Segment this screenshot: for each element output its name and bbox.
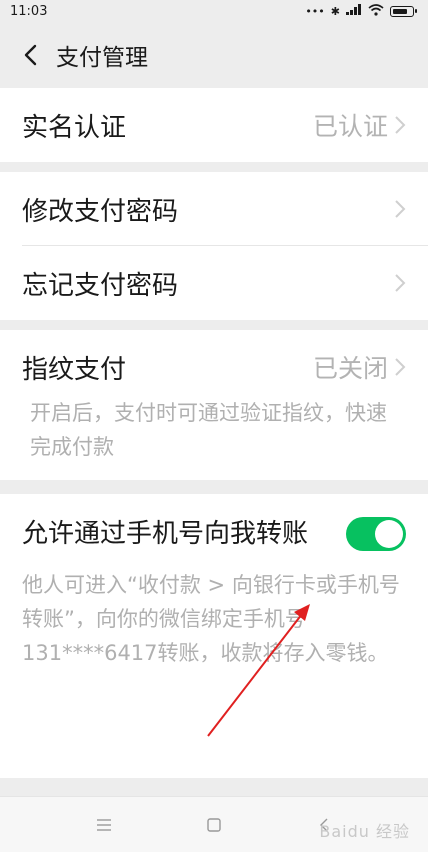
chevron-right-icon xyxy=(395,200,406,218)
phone-transfer-label: 允许通过手机号向我转账 xyxy=(22,519,309,549)
phone-transfer-row: 允许通过手机号向我转账 xyxy=(0,494,428,554)
verification-label: 实名认证 xyxy=(22,112,127,143)
verification-row[interactable]: 实名认证 已认证 xyxy=(0,88,428,162)
fingerprint-label: 指纹支付 xyxy=(22,354,127,385)
wifi-icon xyxy=(368,3,384,19)
forgot-password-row[interactable]: 忘记支付密码 xyxy=(0,246,428,320)
change-password-label: 修改支付密码 xyxy=(22,196,179,227)
chevron-left-icon[interactable] xyxy=(6,31,54,79)
chevron-right-icon xyxy=(395,358,406,376)
menu-icon[interactable] xyxy=(84,805,124,845)
phone-transfer-description: 他人可进入“收付款 > 向银行卡或手机号转账”，向你的微信绑定手机号131***… xyxy=(22,573,400,665)
battery-icon xyxy=(390,5,417,17)
toggle-knob xyxy=(375,520,403,548)
phone-transfer-toggle[interactable] xyxy=(346,517,406,551)
chevron-right-icon xyxy=(395,274,406,292)
home-icon[interactable] xyxy=(194,805,234,845)
change-password-row[interactable]: 修改支付密码 xyxy=(0,172,428,246)
fingerprint-section: 指纹支付 已关闭 开启后，支付时可通过验证指纹，快速完成付款 xyxy=(0,330,428,480)
verification-section: 实名认证 已认证 xyxy=(0,88,428,162)
watermark: Baidu 经验 xyxy=(319,822,410,841)
more-dots-icon: ••• xyxy=(305,4,325,18)
password-section: 修改支付密码 忘记支付密码 xyxy=(0,172,428,320)
fingerprint-status: 已关闭 xyxy=(312,354,388,383)
signal-icon xyxy=(346,4,362,18)
header: 支付管理 xyxy=(0,22,428,88)
phone-transfer-section: 允许通过手机号向我转账 他人可进入“收付款 > 向银行卡或手机号转账”，向你的微… xyxy=(0,494,428,778)
page-title: 支付管理 xyxy=(56,45,148,71)
forgot-password-label: 忘记支付密码 xyxy=(22,270,179,301)
chevron-right-icon xyxy=(395,116,406,134)
bluetooth-icon: ✱ xyxy=(330,4,340,18)
status-bar: 11:03 ••• ✱ xyxy=(0,0,428,22)
verification-status: 已认证 xyxy=(312,112,388,141)
status-icons: ••• ✱ xyxy=(305,3,417,19)
fingerprint-description: 开启后，支付时可通过验证指纹，快速完成付款 xyxy=(30,401,387,459)
status-time: 11:03 xyxy=(10,3,48,19)
fingerprint-row[interactable]: 指纹支付 已关闭 xyxy=(0,330,428,404)
